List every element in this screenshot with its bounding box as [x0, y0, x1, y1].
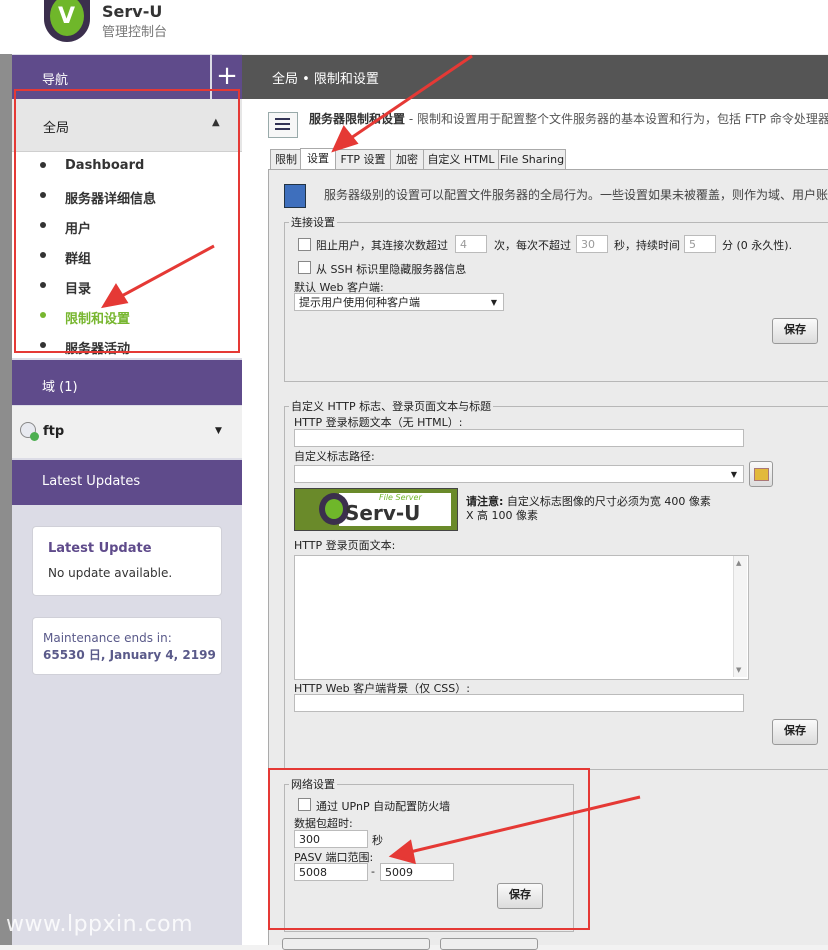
arrow-head-2 [101, 283, 129, 309]
arrow-head-3 [388, 839, 416, 865]
arrow-to-pasv [409, 795, 641, 854]
annotation-arrows [101, 54, 641, 865]
arrow-to-settings-tab [347, 54, 473, 142]
watermark: www.lppxin.com [6, 912, 194, 937]
arrow-to-limits-item [117, 244, 215, 300]
arrow-head-1 [331, 125, 359, 153]
